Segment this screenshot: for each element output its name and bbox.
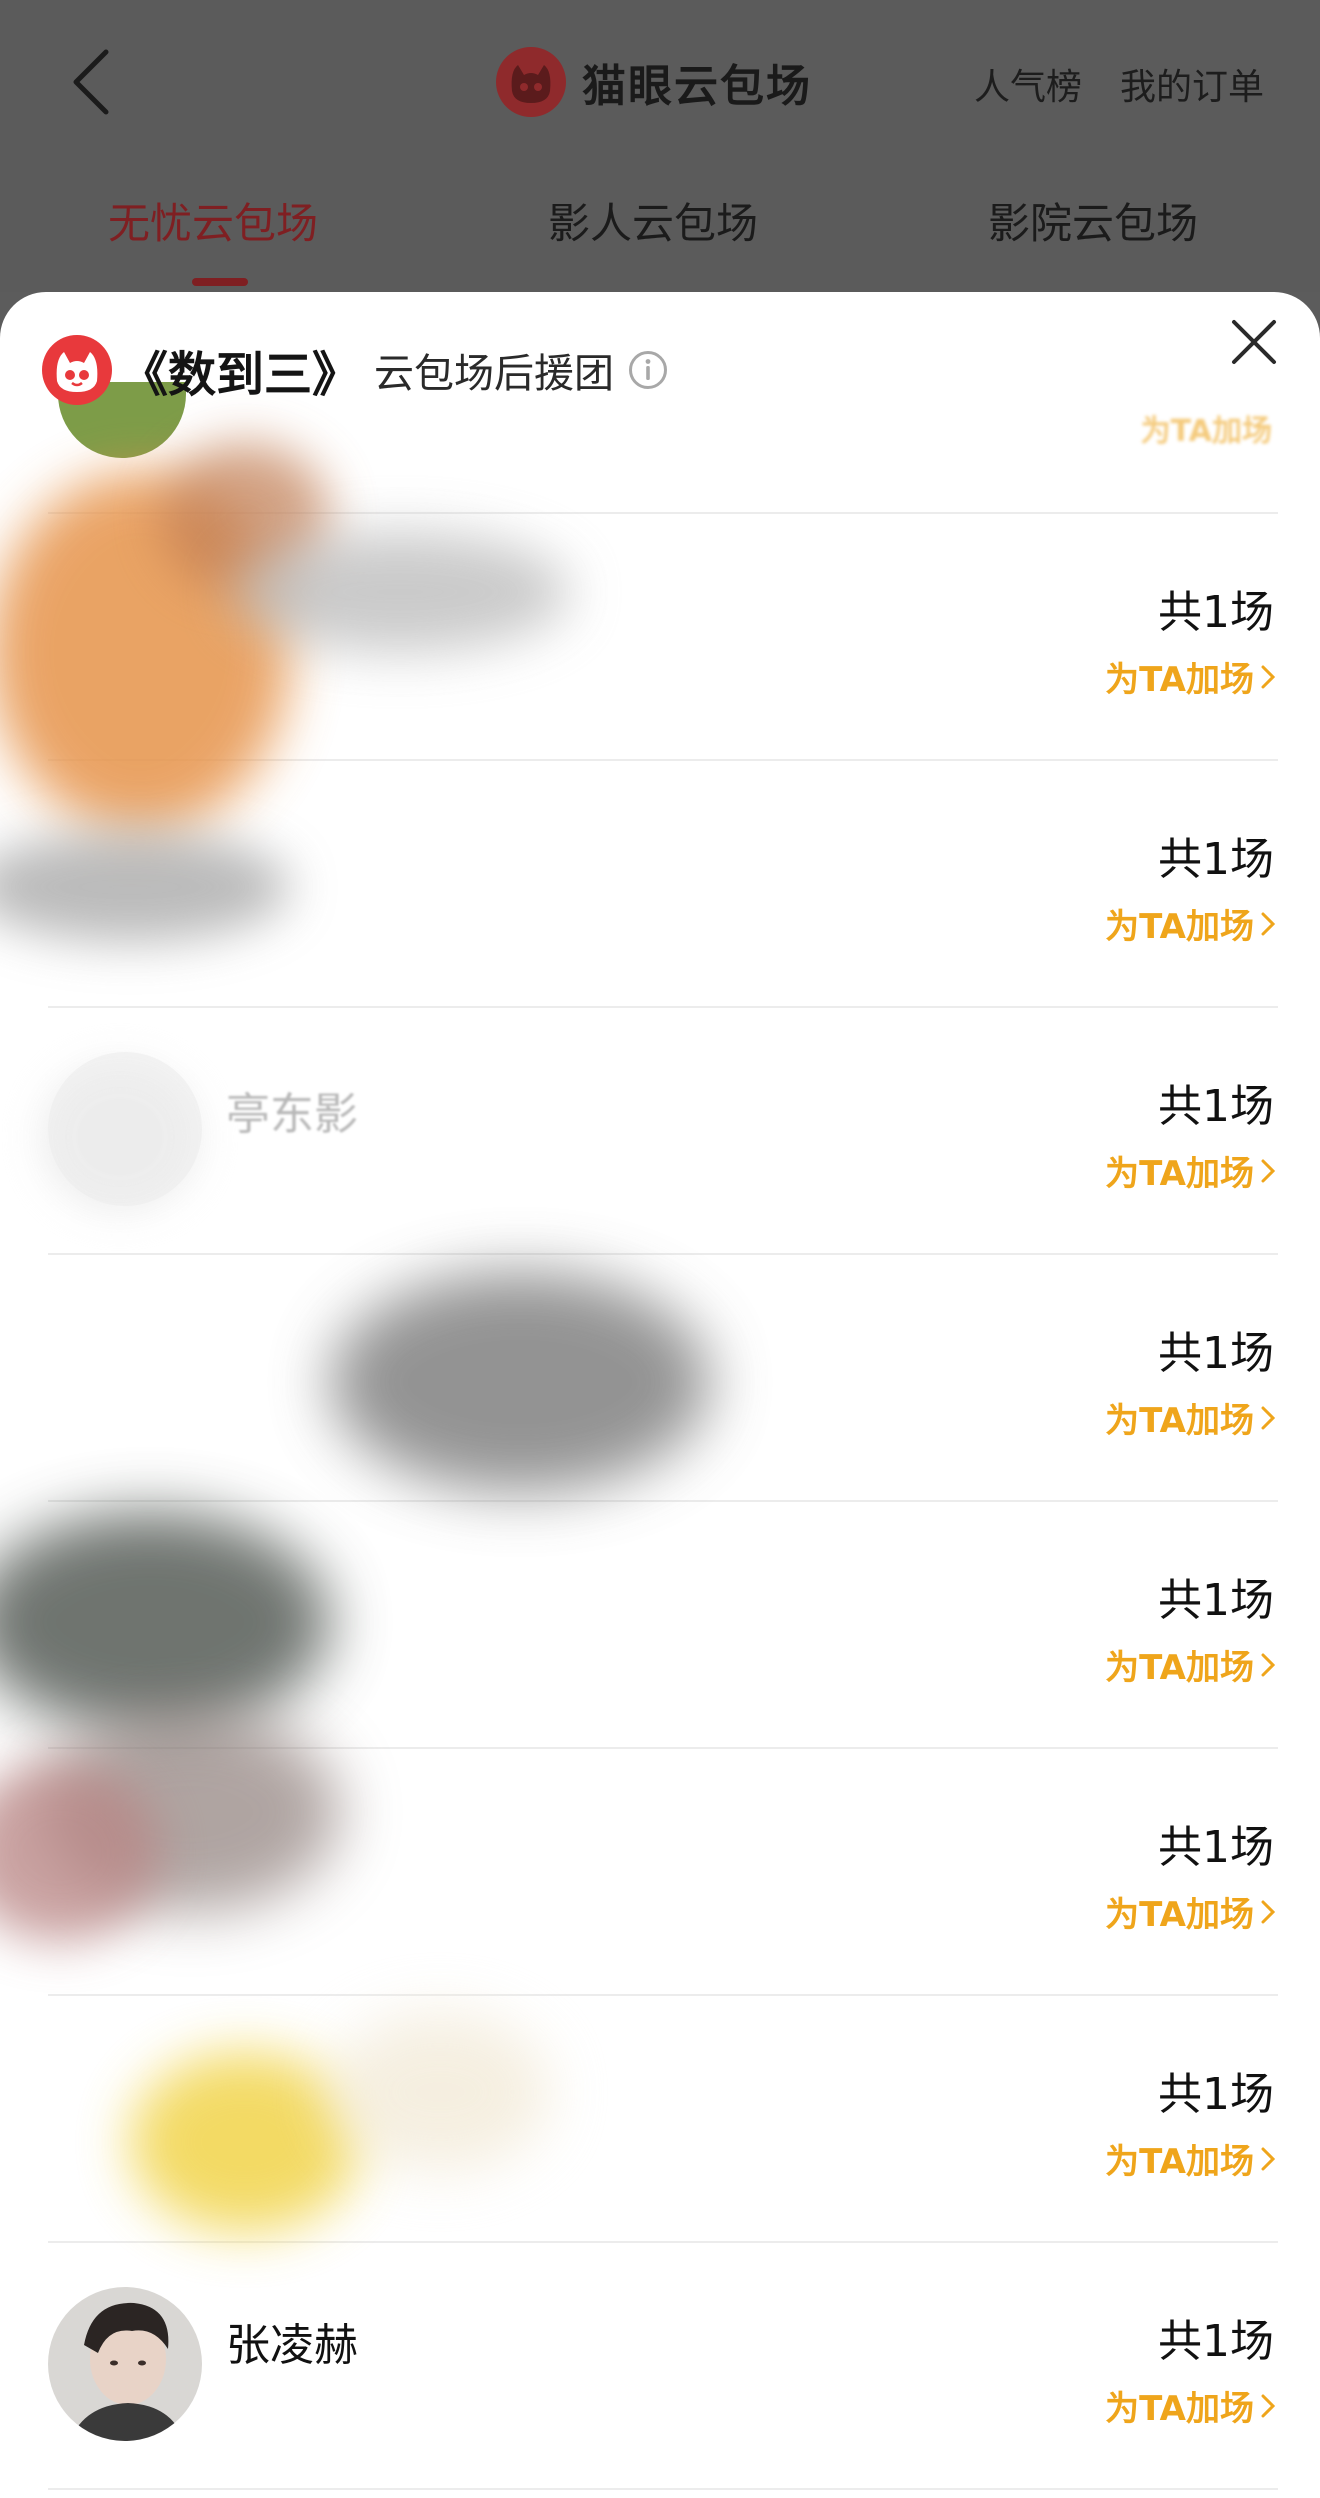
add-session-label: 为TA加场 — [1105, 1895, 1254, 1935]
info-circle-icon[interactable] — [628, 350, 668, 390]
session-count: 共1场 — [1158, 587, 1274, 638]
brand-title: 猫眼云包场 — [582, 61, 812, 112]
chevron-right-icon — [1261, 1653, 1276, 1676]
session-count: 共1场 — [1158, 1328, 1274, 1379]
avatar — [48, 1052, 202, 1206]
list-item[interactable]: 共1场 为TA加场 — [0, 1255, 1320, 1502]
add-session-link[interactable]: 为TA加场 — [1105, 652, 1276, 701]
list-item[interactable]: 亭东影 共1场 为TA加场 — [0, 1008, 1320, 1255]
list-item[interactable]: 共1场 为TA加场 — [0, 1996, 1320, 2243]
add-session-link[interactable]: 为TA加场 — [1105, 899, 1276, 948]
add-session-link[interactable]: 为TA加场 — [1105, 1146, 1276, 1195]
divider — [48, 2488, 1278, 2490]
add-session-link[interactable]: 为TA加场 — [1105, 1887, 1276, 1936]
add-session-label: 为TA加场 — [1105, 907, 1254, 947]
add-session-label: 为TA加场 — [1105, 1154, 1254, 1194]
list-item[interactable]: 张凌赫 共1场 为TA加场 — [0, 2243, 1320, 2490]
session-count: 共1场 — [1158, 834, 1274, 885]
chevron-right-icon — [1261, 1406, 1276, 1429]
add-session-link[interactable]: 为TA加场 — [1105, 2134, 1276, 2183]
support-link-partial[interactable]: 为TA加场 — [1141, 406, 1272, 450]
back-arrow-icon[interactable] — [62, 44, 122, 120]
list-item[interactable]: 共1场 为TA加场 — [0, 1502, 1320, 1749]
chevron-right-icon — [1261, 1900, 1276, 1923]
add-session-label: 为TA加场 — [1105, 1648, 1254, 1688]
list-item[interactable]: 共1场 为TA加场 — [0, 514, 1320, 761]
chevron-right-icon — [1261, 2394, 1276, 2417]
movie-title: 《数到三》 — [120, 347, 361, 403]
add-session-label: 为TA加场 — [1105, 2389, 1254, 2429]
session-count: 共1场 — [1158, 1575, 1274, 1626]
maoyan-cat-logo-icon — [42, 335, 112, 405]
brand: 猫眼云包场 — [496, 40, 812, 124]
sheet-header: 《数到三》 云包场后援团 — [42, 332, 668, 408]
supporter-name: 亭东影 — [226, 1089, 358, 1140]
avatar — [48, 2287, 202, 2441]
tab-filmmaker[interactable]: 影人云包场 — [548, 190, 758, 251]
session-count: 共1场 — [1158, 1822, 1274, 1873]
add-session-label: 为TA加场 — [1105, 660, 1254, 700]
add-session-link[interactable]: 为TA加场 — [1105, 2381, 1276, 2430]
supporter-name: 张凌赫 — [226, 2320, 358, 2371]
popularity-ranking-link[interactable]: 人气榜 — [974, 58, 1082, 110]
chevron-right-icon — [1261, 912, 1276, 935]
active-tab-indicator — [192, 278, 248, 286]
chevron-right-icon — [1261, 1159, 1276, 1182]
list-item[interactable]: 共1场 为TA加场 — [0, 1749, 1320, 1996]
my-orders-link[interactable]: 我的订单 — [1120, 58, 1264, 110]
add-session-label: 为TA加场 — [1105, 2142, 1254, 2182]
tab-cinema[interactable]: 影院云包场 — [988, 190, 1198, 251]
add-session-link[interactable]: 为TA加场 — [1105, 1393, 1276, 1442]
session-count: 共1场 — [1158, 1081, 1274, 1132]
list-item[interactable]: 共1场 为TA加场 — [0, 761, 1320, 1008]
maoyan-cat-logo-icon — [496, 47, 566, 117]
chevron-right-icon — [1261, 665, 1276, 688]
session-count: 共1场 — [1158, 2316, 1274, 2367]
support-group-sheet: 为TA加场 《数到三》 云包场后援团 共1场 为TA加场 共1场 为TA加场 亭… — [0, 292, 1320, 2498]
close-icon[interactable] — [1226, 314, 1282, 370]
session-count: 共1场 — [1158, 2069, 1274, 2120]
sheet-subtitle: 云包场后援团 — [374, 351, 615, 397]
tab-worry-free[interactable]: 无忧云包场 — [108, 190, 318, 251]
add-session-link[interactable]: 为TA加场 — [1105, 1640, 1276, 1689]
add-session-label: 为TA加场 — [1105, 1401, 1254, 1441]
top-header: 猫眼云包场 人气榜 我的订单 无忧云包场 影人云包场 影院云包场 — [0, 0, 1320, 292]
chevron-right-icon — [1261, 2147, 1276, 2170]
